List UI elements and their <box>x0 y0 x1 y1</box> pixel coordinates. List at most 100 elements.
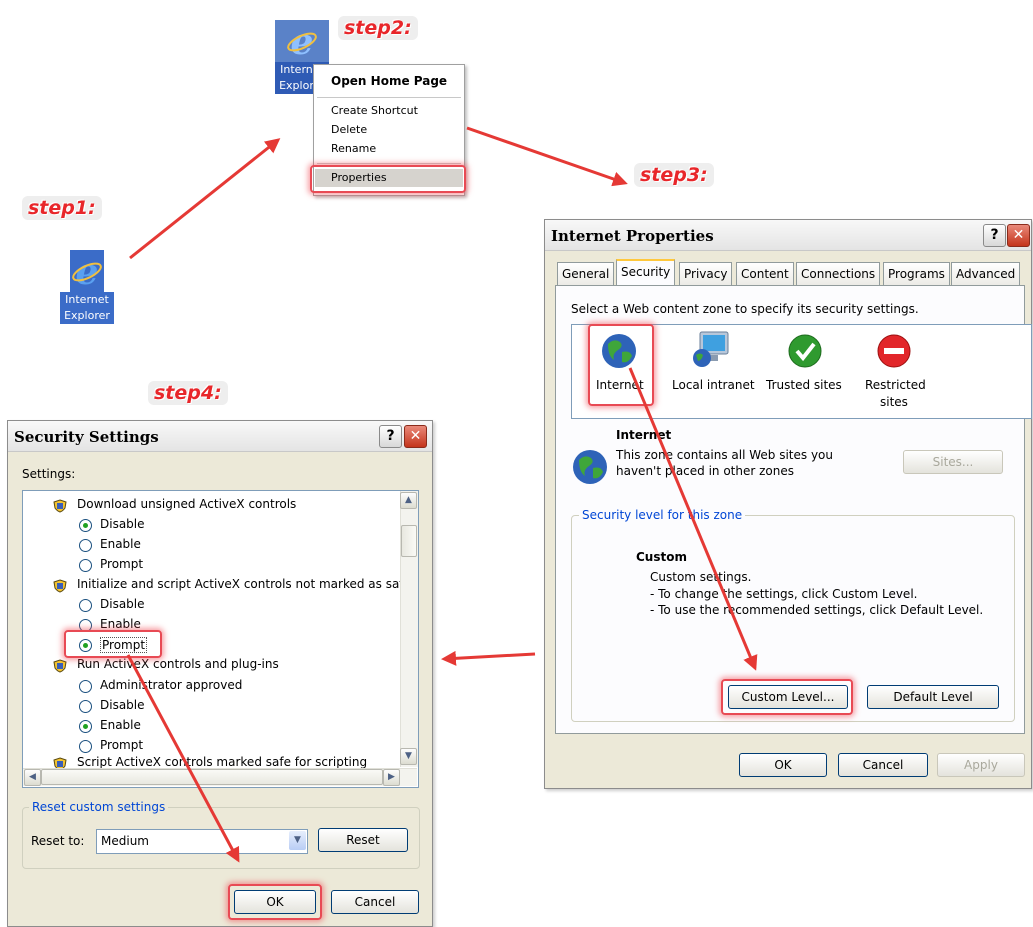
menu-item-create-shortcut[interactable]: Create Shortcut <box>331 104 418 117</box>
restricted-icon <box>877 334 911 368</box>
tab-programs[interactable]: Programs <box>883 262 950 285</box>
h-scroll-thumb[interactable] <box>41 769 383 785</box>
menu-separator <box>317 163 461 164</box>
step3-label: step3: <box>634 163 714 187</box>
setting-group-title: Initialize and script ActiveX controls n… <box>77 577 411 591</box>
svg-text:e: e <box>76 251 99 292</box>
tab-privacy[interactable]: Privacy <box>679 262 733 285</box>
tab-security[interactable]: Security <box>616 259 676 287</box>
shield-icon <box>53 659 67 673</box>
internet-explorer-icon: e <box>70 250 104 292</box>
help-button[interactable]: ? <box>379 425 402 448</box>
scroll-thumb[interactable] <box>401 525 417 557</box>
globe-icon <box>602 334 636 368</box>
setting-group-title: Run ActiveX controls and plug-ins <box>77 657 279 671</box>
radio-prompt[interactable] <box>79 559 92 572</box>
security-level-line-3: - To use the recommended settings, click… <box>650 603 984 617</box>
reset-legend: Reset custom settings <box>29 800 169 814</box>
radio-disable[interactable] <box>79 700 92 713</box>
reset-button[interactable]: Reset <box>318 828 408 852</box>
option-label: Prompt <box>100 557 144 571</box>
desktop-ie-icon[interactable]: e Internet Explorer <box>60 250 114 324</box>
cancel-button[interactable]: Cancel <box>838 753 928 777</box>
desktop-icon-label-2: Explorer <box>60 308 114 324</box>
menu-item-delete[interactable]: Delete <box>331 123 367 136</box>
settings-label: Settings: <box>22 467 76 481</box>
zone-restricted-label[interactable]: Restricted <box>865 378 926 392</box>
radio-prompt[interactable] <box>79 740 92 753</box>
menu-item-rename[interactable]: Rename <box>331 142 376 155</box>
ok-button[interactable]: OK <box>234 890 316 914</box>
shield-icon <box>53 579 67 593</box>
reset-to-select[interactable]: Medium ▼ <box>96 829 308 854</box>
zone-local-intranet-label[interactable]: Local intranet <box>672 378 755 392</box>
option-label: Administrator approved <box>100 678 243 692</box>
scroll-left-button[interactable]: ◀ <box>24 769 41 786</box>
globe-icon <box>573 450 607 484</box>
svg-text:e: e <box>291 21 314 62</box>
dropdown-button[interactable]: ▼ <box>289 831 306 850</box>
step2-label: step2: <box>338 16 418 40</box>
radio-administrator-approved[interactable] <box>79 680 92 693</box>
sites-button[interactable]: Sites... <box>903 450 1003 474</box>
option-label: Enable <box>100 718 141 732</box>
shield-icon <box>53 499 67 513</box>
menu-separator <box>317 97 461 98</box>
close-button[interactable]: ✕ <box>1007 224 1030 247</box>
tab-general[interactable]: General <box>557 262 615 285</box>
chevron-down-icon: ▼ <box>294 835 301 845</box>
context-menu: Open Home Page Create Shortcut Delete Re… <box>313 64 465 196</box>
security-level-line-1: Custom settings. <box>650 570 752 584</box>
tab-content[interactable]: Content <box>736 262 794 285</box>
tab-connections[interactable]: Connections <box>796 262 881 285</box>
step1-label: step1: <box>22 196 102 220</box>
scroll-up-button[interactable]: ▲ <box>400 492 417 509</box>
radio-enable[interactable] <box>79 539 92 552</box>
menu-item-properties[interactable]: Properties <box>331 171 387 184</box>
radio-prompt[interactable] <box>79 639 92 652</box>
reset-to-value: Medium <box>101 834 149 848</box>
ok-button[interactable]: OK <box>739 753 827 777</box>
option-label: Enable <box>100 617 141 631</box>
option-label: Disable <box>100 597 145 611</box>
radio-disable[interactable] <box>79 519 92 532</box>
apply-button[interactable]: Apply <box>937 753 1025 777</box>
desktop-icon-label-1: Internet <box>60 292 114 308</box>
radio-enable[interactable] <box>79 720 92 733</box>
scroll-right-button[interactable]: ▶ <box>383 769 400 786</box>
select-zone-instruction: Select a Web content zone to specify its… <box>571 302 919 316</box>
settings-tree: Download unsigned ActiveX controls Disab… <box>22 490 419 788</box>
option-label: Enable <box>100 537 141 551</box>
arrow-step2-to-step3 <box>466 126 628 187</box>
radio-disable[interactable] <box>79 599 92 612</box>
cancel-button[interactable]: Cancel <box>331 890 419 914</box>
help-button[interactable]: ? <box>983 224 1006 247</box>
zone-title: Internet <box>616 428 672 442</box>
zone-restricted-label-2: sites <box>880 395 908 409</box>
option-label: Disable <box>100 698 145 712</box>
monitor-globe-icon <box>693 331 729 367</box>
title-bar: Security Settings ? ✕ <box>8 421 432 452</box>
window-title: Internet Properties <box>551 227 714 245</box>
window-title: Security Settings <box>14 428 159 446</box>
menu-item-open-home-page[interactable]: Open Home Page <box>331 74 447 88</box>
arrow-step3-to-step4 <box>441 650 536 666</box>
reset-to-label: Reset to: <box>31 834 85 848</box>
security-level-name: Custom <box>636 550 687 564</box>
radio-enable[interactable] <box>79 619 92 632</box>
zone-description-2: haven't placed in other zones <box>616 464 795 478</box>
custom-level-button[interactable]: Custom Level... <box>728 685 848 709</box>
close-button[interactable]: ✕ <box>404 425 427 448</box>
zone-description-1: This zone contains all Web sites you <box>616 448 833 462</box>
default-level-button[interactable]: Default Level <box>867 685 999 709</box>
zone-internet-label[interactable]: Internet <box>596 378 644 392</box>
setting-group-title: Download unsigned ActiveX controls <box>77 497 297 511</box>
title-bar: Internet Properties ? ✕ <box>545 220 1031 251</box>
scroll-down-button[interactable]: ▼ <box>400 748 417 765</box>
arrow-step1-to-step2 <box>129 138 281 260</box>
option-label: Prompt <box>100 637 148 653</box>
tab-advanced[interactable]: Advanced <box>951 262 1021 285</box>
zone-trusted-sites-label[interactable]: Trusted sites <box>766 378 842 392</box>
step4-label: step4: <box>148 381 228 405</box>
checkmark-icon <box>788 334 822 368</box>
